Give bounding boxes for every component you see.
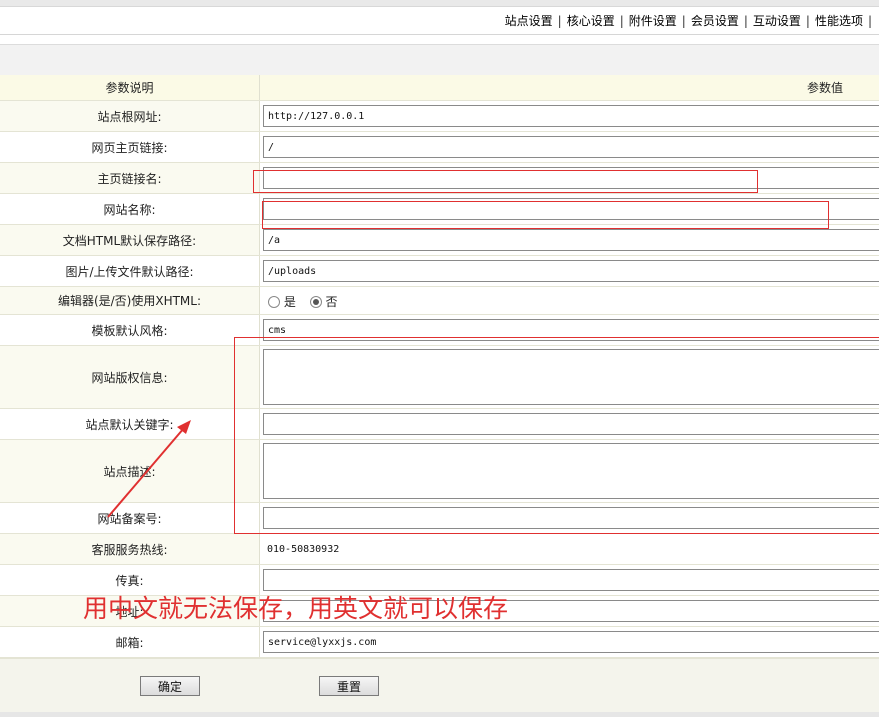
label-html-path: 文档HTML默认保存路径: (0, 225, 260, 255)
xhtml-no-radio[interactable] (309, 295, 322, 308)
row-copyright: 网站版权信息: (0, 346, 879, 409)
label-site-name: 网站名称: (0, 194, 260, 224)
nav-interaction-settings[interactable]: 互动设置 (753, 14, 801, 28)
html-path-input[interactable] (263, 229, 879, 251)
label-home-link: 网页主页链接: (0, 132, 260, 162)
table-header: 参数说明 参数值 (0, 75, 879, 101)
xhtml-yes-radio[interactable] (268, 295, 280, 308)
nav-separator: | (743, 14, 748, 28)
header-param-value: 参数值 (807, 81, 844, 95)
row-home-link: 网页主页链接: (0, 132, 879, 163)
settings-nav-bar: 站点设置 | 核心设置 | 附件设置 | 会员设置 | 互动设置 | 性能选项 | (0, 7, 879, 35)
value-cell (260, 101, 879, 131)
nav-separator: | (681, 14, 686, 28)
nav-member-settings[interactable]: 会员设置 (691, 14, 739, 28)
value-cell (260, 503, 879, 533)
fax-input[interactable] (263, 569, 879, 591)
label-site-root-url: 站点根网址: (0, 101, 260, 131)
value-cell (260, 315, 879, 345)
label-home-link-name: 主页链接名: (0, 163, 260, 193)
value-cell (260, 132, 879, 162)
form-footer: 确定 重置 (0, 658, 879, 713)
nav-core-settings[interactable]: 核心设置 (567, 14, 615, 28)
settings-nav: 站点设置 | 核心设置 | 附件设置 | 会员设置 | 互动设置 | 性能选项 | (505, 12, 877, 29)
label-template-style: 模板默认风格: (0, 315, 260, 345)
nav-site-settings[interactable]: 站点设置 (505, 14, 553, 28)
row-home-link-name: 主页链接名: (0, 163, 879, 194)
value-cell (260, 346, 879, 408)
row-description: 站点描述: (0, 440, 879, 503)
email-input[interactable] (263, 631, 879, 653)
row-site-root-url: 站点根网址: (0, 101, 879, 132)
value-cell (260, 225, 879, 255)
value-cell (260, 534, 879, 564)
nav-separator: | (557, 14, 562, 28)
row-editor-xhtml: 编辑器(是/否)使用XHTML: 是 否 (0, 287, 879, 315)
row-html-path: 文档HTML默认保存路径: (0, 225, 879, 256)
site-name-input[interactable] (263, 198, 879, 220)
value-cell (260, 440, 879, 502)
hotline-input[interactable] (263, 538, 879, 560)
nav-performance-options[interactable]: 性能选项 (815, 14, 863, 28)
value-cell (260, 627, 879, 657)
row-upload-path: 图片/上传文件默认路径: (0, 256, 879, 287)
row-keywords: 站点默认关键字: (0, 409, 879, 440)
home-link-input[interactable] (263, 136, 879, 158)
value-cell (260, 256, 879, 286)
label-description: 站点描述: (0, 440, 260, 502)
nav-separator: | (805, 14, 810, 28)
label-copyright: 网站版权信息: (0, 346, 260, 408)
row-email: 邮箱: (0, 627, 879, 658)
row-icp: 网站备案号: (0, 503, 879, 534)
row-template-style: 模板默认风格: (0, 315, 879, 346)
bottom-strip (0, 712, 879, 717)
home-link-name-input[interactable] (263, 167, 879, 189)
upload-path-input[interactable] (263, 260, 879, 282)
nav-attachment-settings[interactable]: 附件设置 (629, 14, 677, 28)
label-email: 邮箱: (0, 627, 260, 657)
xhtml-no-label: 否 (325, 295, 338, 309)
site-root-url-input[interactable] (263, 105, 879, 127)
icp-input[interactable] (263, 507, 879, 529)
label-icp: 网站备案号: (0, 503, 260, 533)
nav-separator: | (619, 14, 624, 28)
toolbar-spacer (0, 44, 879, 76)
value-cell (260, 163, 879, 193)
description-textarea[interactable] (263, 443, 879, 499)
template-style-input[interactable] (263, 319, 879, 341)
value-cell: 是 否 (260, 287, 879, 314)
label-hotline: 客服服务热线: (0, 534, 260, 564)
label-upload-path: 图片/上传文件默认路径: (0, 256, 260, 286)
label-keywords: 站点默认关键字: (0, 409, 260, 439)
confirm-button[interactable]: 确定 (140, 676, 200, 696)
reset-button[interactable]: 重置 (319, 676, 379, 696)
nav-separator: | (867, 14, 872, 28)
row-site-name: 网站名称: (0, 194, 879, 225)
header-param-description: 参数说明 (0, 75, 260, 100)
value-cell (260, 194, 879, 224)
xhtml-yes-label: 是 (283, 295, 296, 309)
annotation-text: 用中文就无法保存，用英文就可以保存 (83, 594, 509, 623)
row-hotline: 客服服务热线: (0, 534, 879, 565)
xhtml-radio-group: 是 否 (268, 293, 348, 310)
header-value-cell: 参数值 (260, 75, 879, 100)
keywords-input[interactable] (263, 413, 879, 435)
value-cell (260, 409, 879, 439)
copyright-textarea[interactable] (263, 349, 879, 405)
label-editor-xhtml: 编辑器(是/否)使用XHTML: (0, 287, 260, 314)
top-strip (0, 0, 879, 7)
